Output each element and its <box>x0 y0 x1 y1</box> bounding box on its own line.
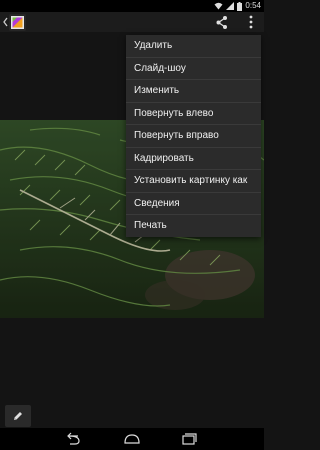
menu-item-crop[interactable]: Кадрировать <box>126 148 261 170</box>
navigation-bar <box>0 428 264 450</box>
pencil-icon <box>14 412 22 420</box>
edit-button[interactable] <box>5 405 31 427</box>
menu-item-set-picture-as[interactable]: Установить картинку как <box>126 170 261 193</box>
menu-item-print[interactable]: Печать <box>126 215 261 237</box>
status-bar: 0:54 <box>0 0 264 12</box>
wifi-icon <box>214 2 223 10</box>
gallery-app-icon[interactable] <box>9 14 26 31</box>
back-icon[interactable] <box>64 432 82 446</box>
home-icon[interactable] <box>123 432 141 446</box>
status-time: 0:54 <box>245 1 261 10</box>
menu-item-details[interactable]: Сведения <box>126 193 261 215</box>
action-bar <box>0 12 264 32</box>
menu-item-slideshow[interactable]: Слайд-шоу <box>126 58 261 80</box>
chevron-left-icon[interactable] <box>2 15 9 29</box>
recents-icon[interactable] <box>181 432 197 446</box>
menu-item-delete[interactable]: Удалить <box>126 35 261 58</box>
menu-item-rotate-left[interactable]: Повернуть влево <box>126 103 261 125</box>
overflow-menu-icon[interactable] <box>246 14 256 30</box>
overflow-popup-menu: Удалить Слайд-шоу Изменить Повернуть вле… <box>126 35 261 237</box>
menu-item-edit[interactable]: Изменить <box>126 80 261 103</box>
share-icon[interactable] <box>214 14 230 30</box>
menu-item-rotate-right[interactable]: Повернуть вправо <box>126 125 261 148</box>
cellular-signal-icon <box>226 2 235 10</box>
battery-icon <box>237 1 243 11</box>
